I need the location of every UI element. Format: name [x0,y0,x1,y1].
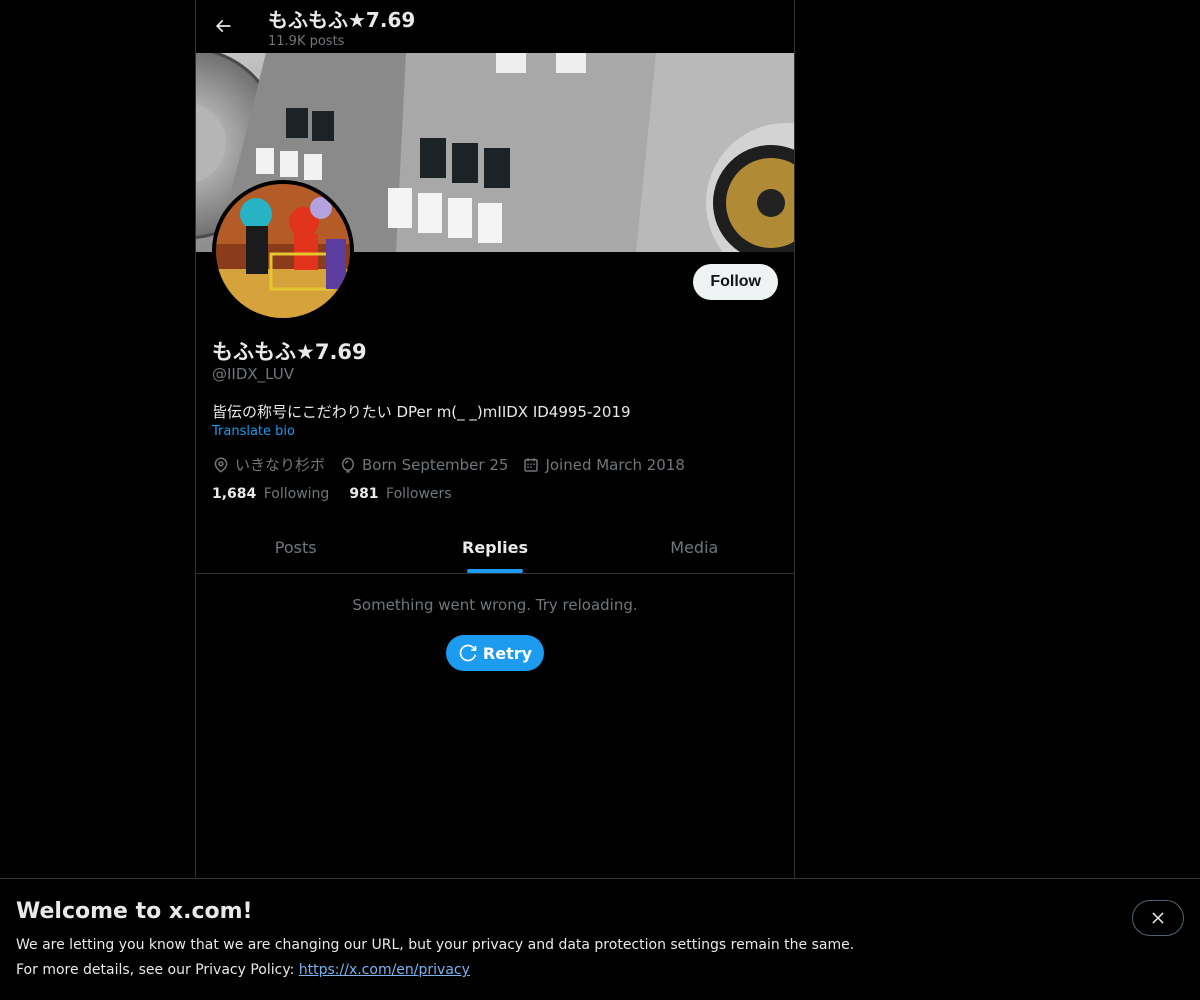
tab-posts[interactable]: Posts [196,521,395,573]
meta-location: いきなり杉ボ [212,454,325,475]
retry-label: Retry [482,643,533,663]
profile-column: もふもふ★7.69 11.9K posts Follow もふもふ★7.69 @… [195,0,795,880]
notice-privacy-prefix: For more details, see our Privacy Policy… [16,962,299,978]
tab-replies[interactable]: Replies [395,521,594,573]
tab-label: Replies [462,537,528,557]
header-title: もふもふ★7.69 [268,8,416,32]
notice-message: We are letting you know that we are chan… [16,937,855,953]
back-button[interactable] [206,9,240,43]
follow-button[interactable]: Follow [693,264,778,300]
close-icon [1152,912,1164,924]
followers-label: Followers [386,486,452,502]
profile-header: もふもふ★7.69 11.9K posts [196,0,794,53]
url-change-notice: Welcome to x.com! We are letting you kno… [0,878,1200,1000]
following-link[interactable]: 1,684 Following [212,486,329,502]
profile-tabs: Posts Replies Media [196,521,794,574]
tab-label: Posts [274,537,317,557]
arrow-left-icon [215,19,231,33]
active-tab-indicator [466,569,523,573]
privacy-policy-link[interactable]: https://x.com/en/privacy [299,962,470,978]
translate-bio-link[interactable]: Translate bio [212,424,295,439]
joined-text: Joined March 2018 [545,455,685,474]
profile-avatar[interactable] [212,180,354,322]
avatar-image [216,184,350,318]
notice-privacy-line: For more details, see our Privacy Policy… [16,962,470,978]
meta-birthday: Born September 25 [339,454,508,475]
profile-handle: @IIDX_LUV [212,365,295,383]
retry-button[interactable]: Retry [446,635,544,671]
error-message: Something went wrong. Try reloading. [352,596,638,614]
tab-label: Media [670,537,719,557]
location-pin-icon [214,457,228,473]
profile-meta: いきなり杉ボ Born September 25 Joined March 20… [212,454,685,475]
profile-display-name: もふもふ★7.69 [212,340,367,364]
following-label: Following [263,486,330,502]
balloon-icon [342,457,355,472]
tab-media[interactable]: Media [595,521,794,573]
profile-bio: 皆伝の称号にこだわりたい DPer m(_ _)mIIDX ID4995-201… [212,403,631,421]
notice-title: Welcome to x.com! [16,899,253,924]
refresh-icon [459,644,477,662]
following-count: 1,684 [212,486,257,502]
calendar-icon [524,457,539,472]
followers-count: 981 [349,486,379,502]
close-notice-button[interactable] [1132,900,1184,936]
header-post-count: 11.9K posts [268,34,345,49]
birthday-text: Born September 25 [362,455,509,474]
profile-stats: 1,684 Following 981 Followers [212,486,452,502]
meta-joined: Joined March 2018 [522,454,685,475]
followers-link[interactable]: 981 Followers [349,486,451,502]
location-text: いきなり杉ボ [235,456,326,474]
